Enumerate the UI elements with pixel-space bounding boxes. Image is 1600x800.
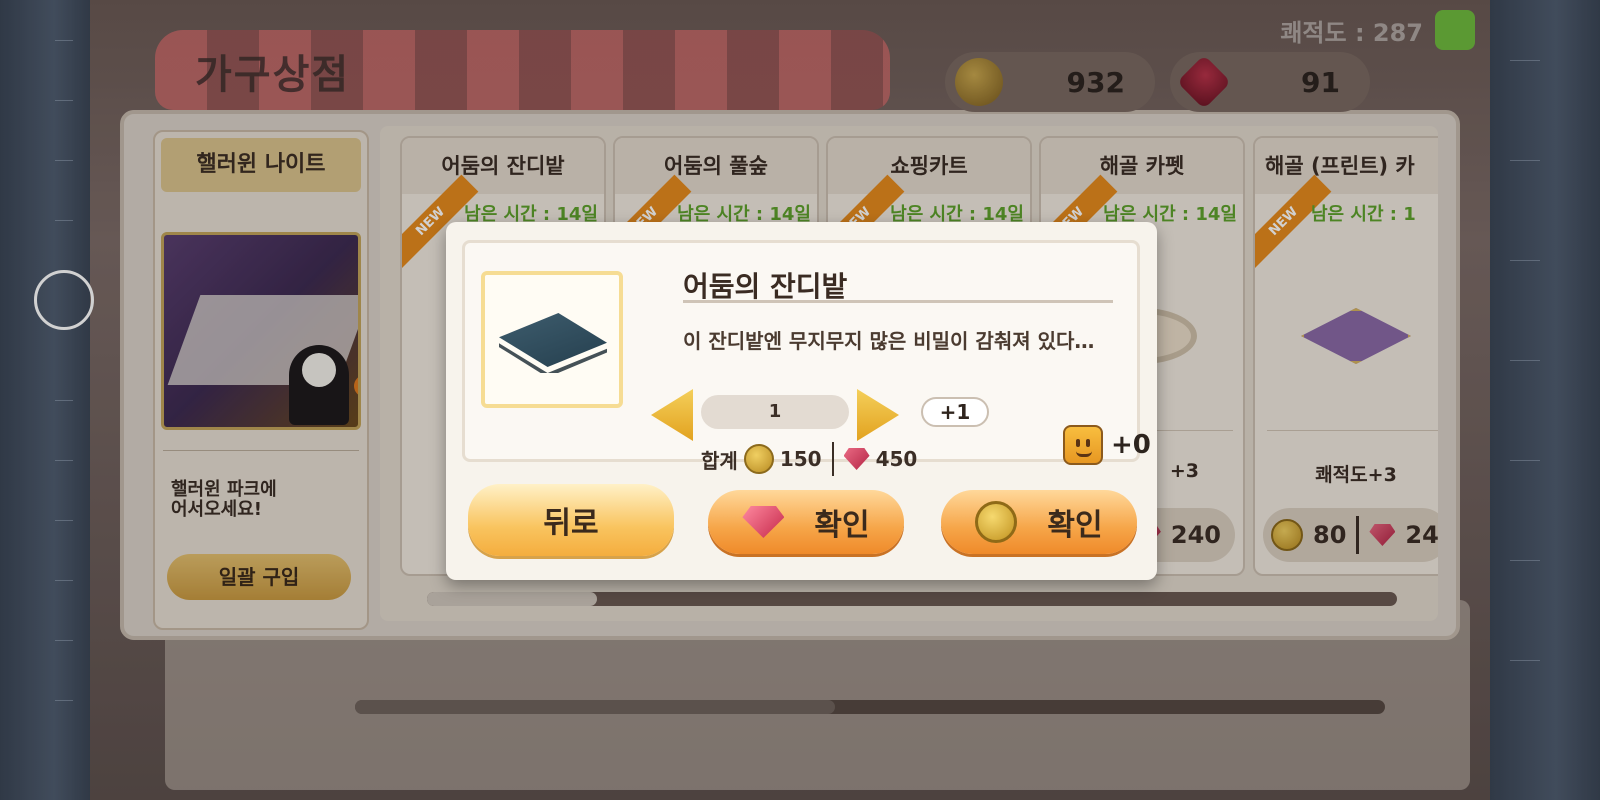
gold-amount: 932 <box>1066 65 1125 99</box>
gold-price: 80 <box>1313 521 1347 549</box>
background-scrollbar-thumb <box>355 700 835 714</box>
gem-currency: 91 <box>1170 52 1370 112</box>
skull-icon <box>302 353 336 387</box>
back-button[interactable]: 뒤로 <box>468 484 674 556</box>
item-price[interactable]: 80 24 <box>1263 508 1438 562</box>
event-card[interactable]: 핼러윈 나이트 핼러윈 파크에 어서오세요! 일괄 구입 <box>153 130 369 630</box>
comfort-label: 쾌적도 : 287 <box>1280 18 1423 47</box>
confirm-gem-button[interactable]: 확인 <box>708 490 904 554</box>
item-name: 쇼핑카트 <box>828 138 1030 194</box>
gem-icon <box>1369 524 1396 546</box>
decrease-quantity-button[interactable] <box>651 389 693 441</box>
smiley-icon <box>1435 10 1475 50</box>
total-gems: 450 <box>875 447 918 471</box>
gold-coin-icon <box>743 444 774 474</box>
item-name: 해골 (프린트) 카 <box>1255 138 1438 194</box>
item-card[interactable]: 해골 (프린트) 카 NEW 남은 시간 : 1 쾌적도+3 80 24 <box>1253 136 1438 576</box>
gem-price: 24 <box>1405 521 1438 549</box>
right-blueprint-panel <box>1490 0 1600 800</box>
title-underline <box>683 300 1113 303</box>
smiley-icon <box>1063 425 1103 465</box>
divider <box>1267 430 1438 431</box>
gem-price: 240 <box>1170 521 1221 549</box>
confirm-gold-label: 확인 <box>1047 508 1103 543</box>
quantity-field[interactable] <box>701 395 849 429</box>
event-desc-line: 어서오세요! <box>171 499 263 520</box>
divider <box>163 450 359 451</box>
purchase-dialog: 어둠의 잔디밭 이 잔디밭엔 무지무지 많은 비밀이 감춰져 있다… +1 합계… <box>446 222 1157 580</box>
gem-icon <box>843 448 870 470</box>
increase-quantity-button[interactable] <box>857 389 899 441</box>
plus-one-button[interactable]: +1 <box>921 397 989 427</box>
item-list-scrollbar-thumb[interactable] <box>427 592 597 606</box>
assistive-touch-button[interactable] <box>34 270 94 330</box>
gold-coin-icon <box>975 501 1018 543</box>
gold-coin-icon <box>1271 519 1303 551</box>
gold-coin-icon <box>955 58 1003 106</box>
gem-amount: 91 <box>1301 65 1340 99</box>
event-banner-image <box>161 232 361 430</box>
event-description: 핼러윈 파크에 어서오세요! <box>171 480 361 520</box>
item-comfort-stat: 쾌적도+3 <box>1315 464 1397 486</box>
item-name: 어둠의 풀숲 <box>615 138 817 194</box>
total-label: 합계 <box>701 448 738 473</box>
item-name: 해골 카펫 <box>1041 138 1243 194</box>
gem-icon <box>1176 54 1232 110</box>
left-blueprint-panel <box>0 0 90 800</box>
item-name: 어둠의 잔디밭 <box>402 138 604 194</box>
total-gold: 150 <box>779 447 822 471</box>
item-time-left: 남은 시간 : 1 <box>1311 204 1416 225</box>
confirm-gem-label: 확인 <box>814 508 870 543</box>
purchase-details: 어둠의 잔디밭 이 잔디밭엔 무지무지 많은 비밀이 감춰져 있다… +1 합계… <box>462 240 1151 476</box>
comfort-gain: +0 <box>1063 425 1151 465</box>
confirm-gold-button[interactable]: 확인 <box>941 490 1137 554</box>
gold-currency: 932 <box>945 52 1155 112</box>
comfort-gain-value: +0 <box>1111 430 1151 460</box>
gem-icon <box>742 506 785 538</box>
pumpkin-icon <box>354 375 358 397</box>
bulk-buy-button[interactable]: 일괄 구입 <box>167 554 351 600</box>
total-cost: 합계 150 450 <box>701 439 917 479</box>
printed-skull-carpet-image <box>1301 308 1411 364</box>
dialog-item-name: 어둠의 잔디밭 <box>683 270 848 303</box>
shop-title: 가구상점 <box>195 52 351 98</box>
item-thumbnail <box>481 271 623 408</box>
event-title: 핼러윈 나이트 <box>161 138 361 192</box>
comfort-indicator: 쾌적도 : 287 <box>1280 8 1475 52</box>
dialog-item-description: 이 잔디밭엔 무지무지 많은 비밀이 감춰져 있다… <box>683 329 1095 353</box>
event-desc-line: 핼러윈 파크에 <box>171 479 277 500</box>
